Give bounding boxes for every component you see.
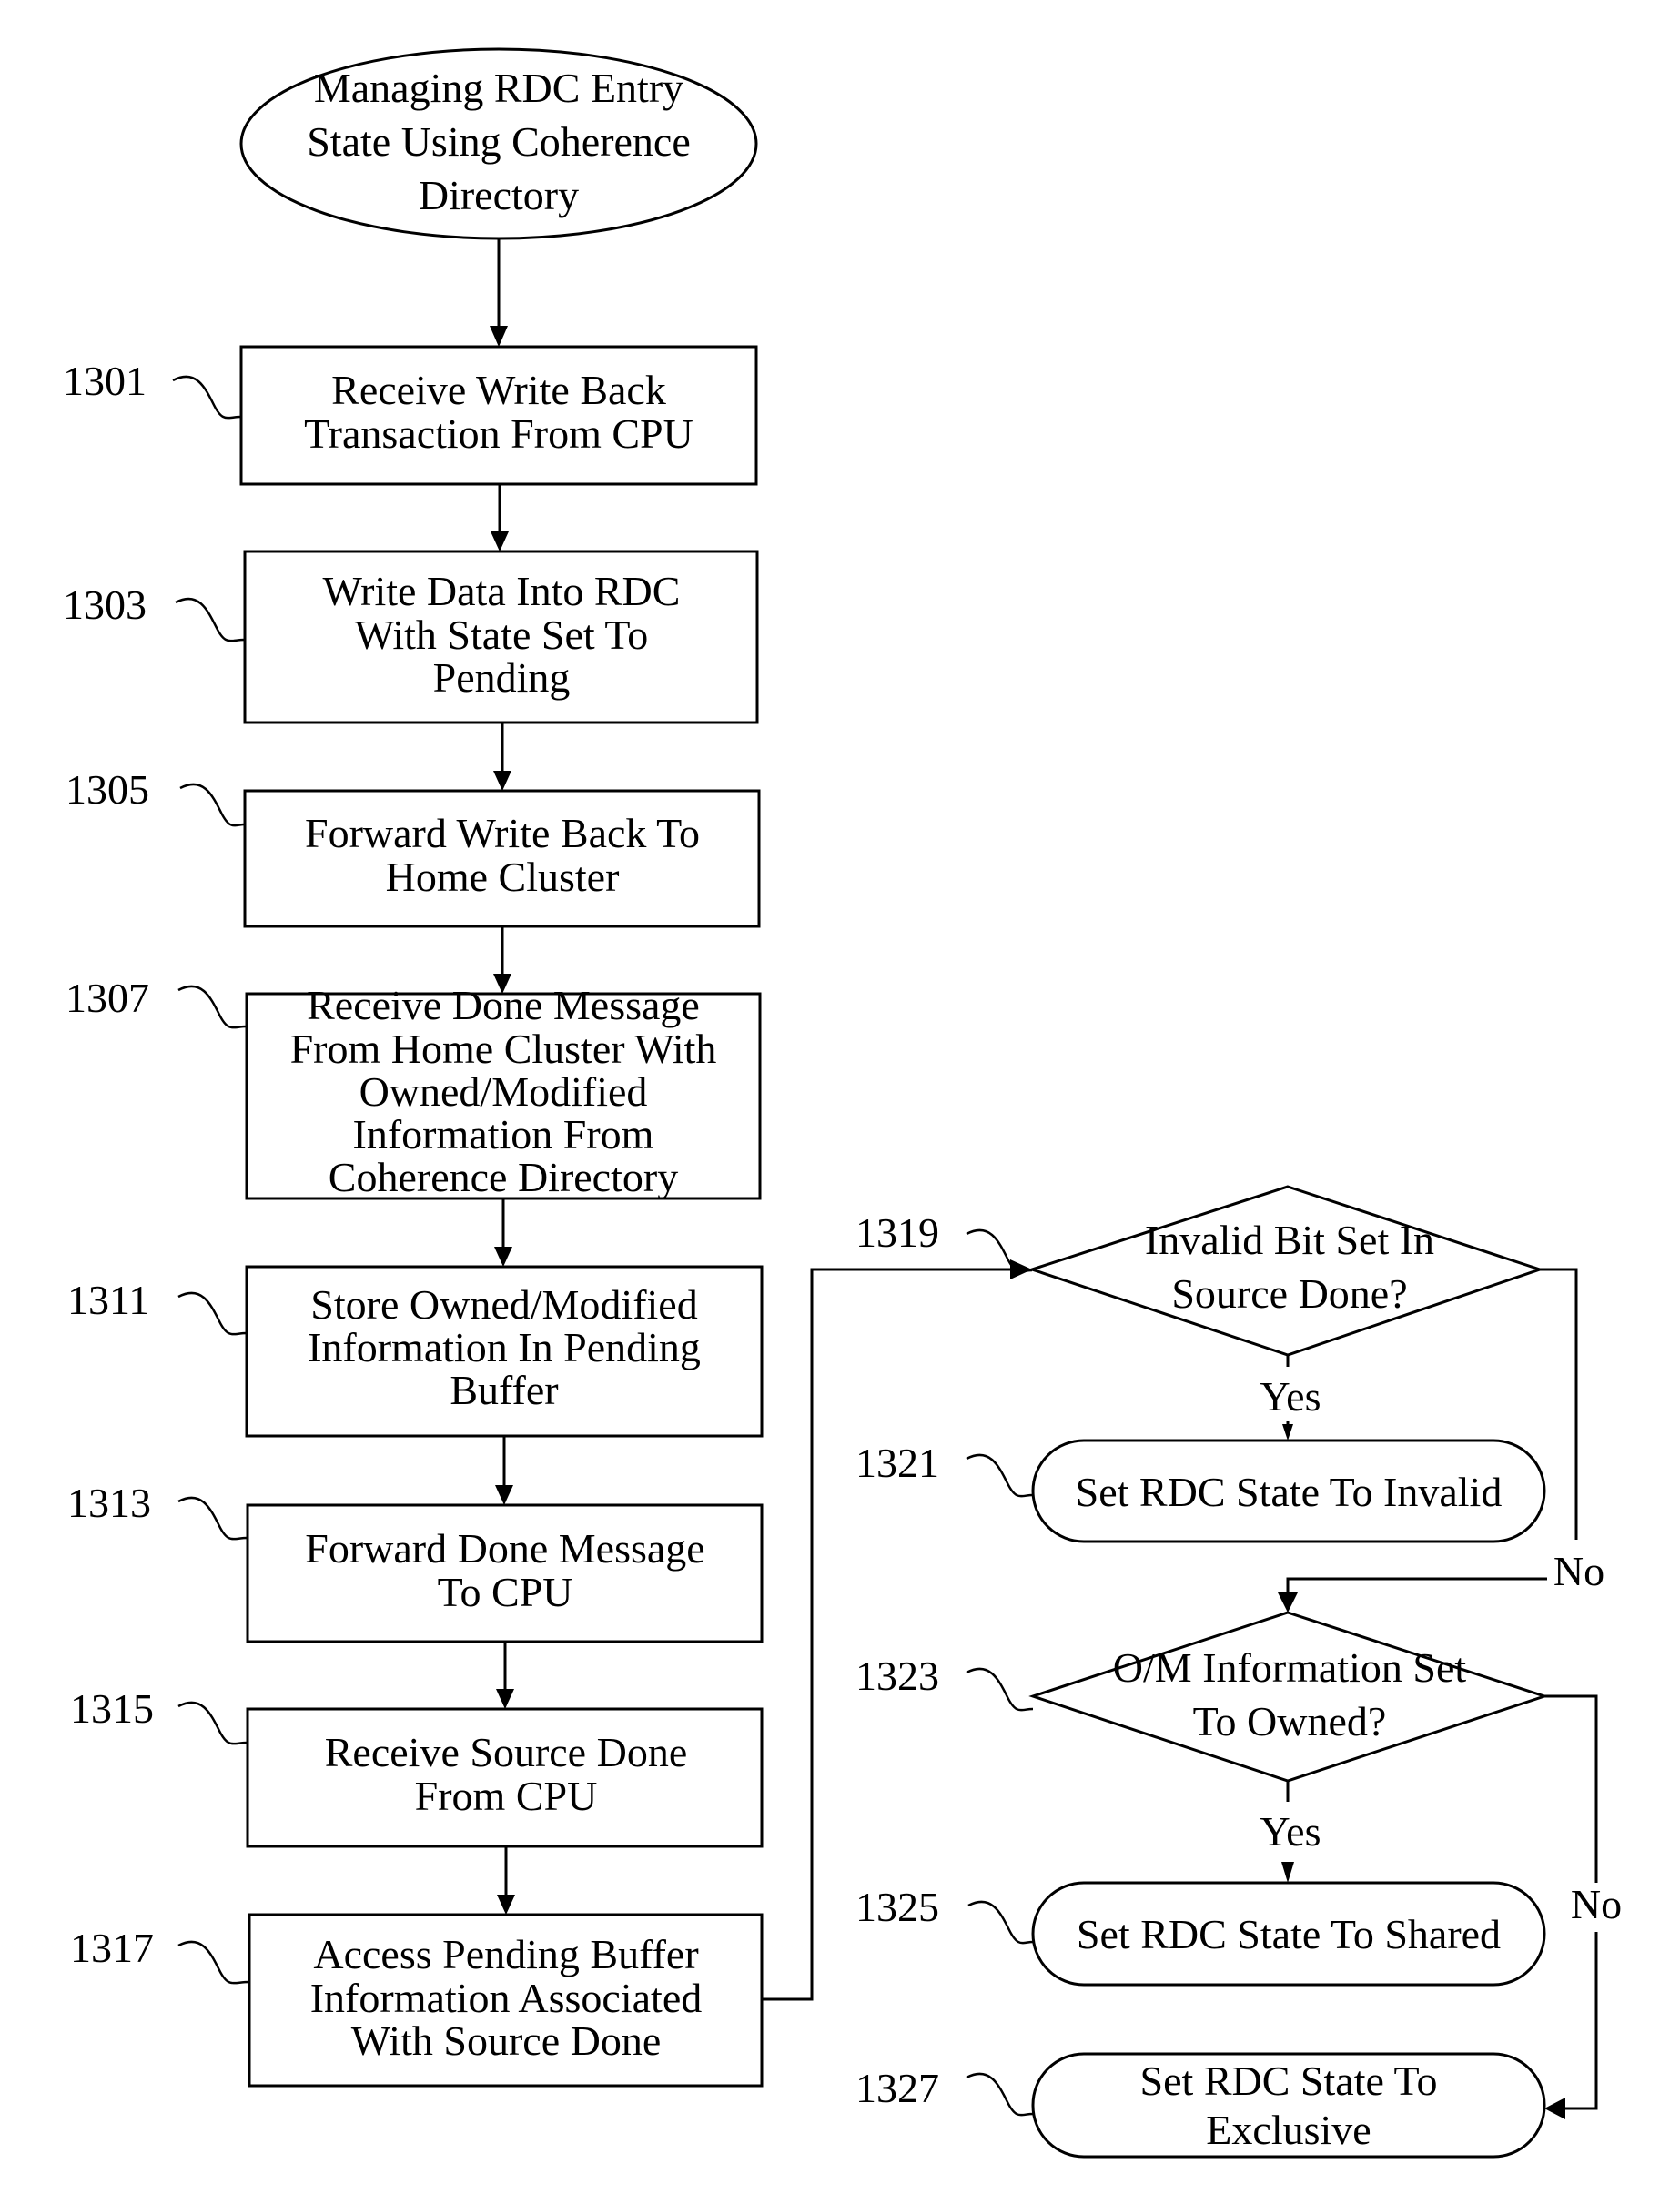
yes-label: Yes xyxy=(1260,1373,1321,1420)
arrowhead xyxy=(494,1247,512,1267)
flowchart: Managing RDC Entry State Using Coherence… xyxy=(63,47,1622,2159)
step-number: 1311 xyxy=(67,1277,149,1323)
terminal-1327: Set RDC State To Exclusive 1327 xyxy=(855,2052,1546,2159)
terminal-1321: Set RDC State To Invalid 1321 xyxy=(855,1439,1546,1543)
arrowhead xyxy=(497,1895,515,1915)
start-node: Managing RDC Entry State Using Coherence… xyxy=(239,47,758,240)
leader-line xyxy=(179,783,246,827)
arrowhead xyxy=(493,771,511,791)
decision-1323: O/M Information Set To Owned? 1323 Yes N… xyxy=(855,1611,1622,2119)
step-number: 1317 xyxy=(70,1925,154,1971)
terminal-text-line: Exclusive xyxy=(1206,2107,1371,2153)
leader-line xyxy=(966,1453,1034,1498)
leader-line xyxy=(177,1291,248,1336)
leader-line xyxy=(177,1940,250,1985)
step-text-line: From CPU xyxy=(415,1773,598,1819)
decision-number: 1323 xyxy=(855,1653,939,1699)
step-text-line: To CPU xyxy=(438,1569,573,1615)
step-1301: Receive Write Back Transaction From CPU … xyxy=(63,345,758,486)
arrowhead xyxy=(1278,1592,1298,1613)
arrowhead xyxy=(1282,1424,1293,1441)
leader-line xyxy=(177,985,248,1029)
no-line xyxy=(1544,1694,1598,1883)
terminal-text-line: Set RDC State To Invalid xyxy=(1076,1469,1503,1515)
step-text-line: Receive Source Done xyxy=(325,1729,688,1775)
step-1305: Forward Write Back To Home Cluster 1305 xyxy=(66,766,761,928)
leader-line xyxy=(177,1496,248,1541)
decision-1319: Invalid Bit Set In Source Done? 1319 Yes… xyxy=(855,1185,1604,1613)
step-number: 1303 xyxy=(63,581,147,628)
step-text-line: From Home Cluster With xyxy=(290,1026,717,1072)
arrowhead xyxy=(495,1485,513,1505)
step-text-line: Information Associated xyxy=(310,1975,703,2021)
arrowhead xyxy=(1281,1862,1294,1883)
terminal-1325: Set RDC State To Shared 1325 xyxy=(855,1881,1546,1987)
step-1315: Receive Source Done From CPU 1315 xyxy=(70,1685,764,1848)
terminal-number: 1321 xyxy=(855,1440,939,1486)
terminal-number: 1327 xyxy=(855,2065,939,2111)
no-label: No xyxy=(1571,1881,1622,1927)
step-1307: Receive Done Message From Home Cluster W… xyxy=(66,975,762,1200)
step-text-line: Information In Pending xyxy=(308,1324,701,1370)
step-text-line: Home Cluster xyxy=(386,854,620,900)
terminal-text-line: Set RDC State To xyxy=(1140,2057,1438,2104)
leader-line xyxy=(177,1701,248,1745)
step-1303: Write Data Into RDC With State Set To Pe… xyxy=(63,550,759,724)
step-text-line: Forward Done Message xyxy=(305,1525,704,1572)
step-1313: Forward Done Message To CPU 1313 xyxy=(67,1480,764,1643)
step-text-line: Pending xyxy=(433,654,571,701)
no-line-to-1323 xyxy=(1286,1577,1547,1594)
leader-line xyxy=(175,597,246,642)
terminal-number: 1325 xyxy=(855,1884,939,1930)
step-text-line: Coherence Directory xyxy=(329,1154,678,1200)
step-text-line: With Source Done xyxy=(351,2017,662,2064)
leader-line xyxy=(967,1900,1034,1945)
yes-label: Yes xyxy=(1260,1808,1321,1855)
decision-text-line: O/M Information Set xyxy=(1113,1644,1467,1691)
no-line-to-1327 xyxy=(1563,1932,1598,2110)
step-number: 1305 xyxy=(66,766,149,813)
step-number: 1315 xyxy=(70,1685,154,1732)
step-number: 1307 xyxy=(66,975,149,1021)
leader-line xyxy=(966,2072,1034,2117)
decision-number: 1319 xyxy=(855,1209,939,1256)
leader-line xyxy=(966,1667,1034,1712)
step-text-line: Owned/Modified xyxy=(359,1068,648,1115)
step-text-line: Buffer xyxy=(450,1367,558,1413)
step-1317: Access Pending Buffer Information Associ… xyxy=(70,1913,764,2088)
step-text-line: Receive Write Back xyxy=(331,367,666,413)
step-number: 1301 xyxy=(63,358,147,404)
decision-text-line: Source Done? xyxy=(1171,1270,1407,1317)
arrowhead xyxy=(496,1689,514,1709)
step-text-line: Forward Write Back To xyxy=(305,810,700,856)
step-text-line: Receive Done Message xyxy=(307,982,700,1028)
step-text-line: With State Set To xyxy=(355,612,648,658)
arrowhead xyxy=(491,531,509,551)
start-line-1: Managing RDC Entry xyxy=(314,65,683,111)
start-line-3: Directory xyxy=(419,172,579,218)
decision-text-line: Invalid Bit Set In xyxy=(1145,1217,1434,1263)
arrowhead xyxy=(1544,2098,1565,2119)
terminal-text-line: Set RDC State To Shared xyxy=(1077,1911,1501,1957)
decision-diamond xyxy=(1028,1611,1549,1783)
step-text-line: Write Data Into RDC xyxy=(323,568,681,614)
step-1311: Store Owned/Modified Information In Pend… xyxy=(67,1265,764,1438)
no-label: No xyxy=(1553,1548,1604,1594)
no-line xyxy=(1540,1268,1578,1540)
leader-line xyxy=(172,375,242,420)
step-text-line: Store Owned/Modified xyxy=(310,1281,697,1328)
step-text-line: Information From xyxy=(353,1111,654,1158)
decision-text-line: To Owned? xyxy=(1193,1698,1387,1744)
step-text-line: Transaction From CPU xyxy=(304,410,693,457)
start-line-2: State Using Coherence xyxy=(307,118,691,165)
step-text-line: Access Pending Buffer xyxy=(313,1931,698,1977)
step-number: 1313 xyxy=(67,1480,151,1526)
arrowhead xyxy=(490,326,508,347)
